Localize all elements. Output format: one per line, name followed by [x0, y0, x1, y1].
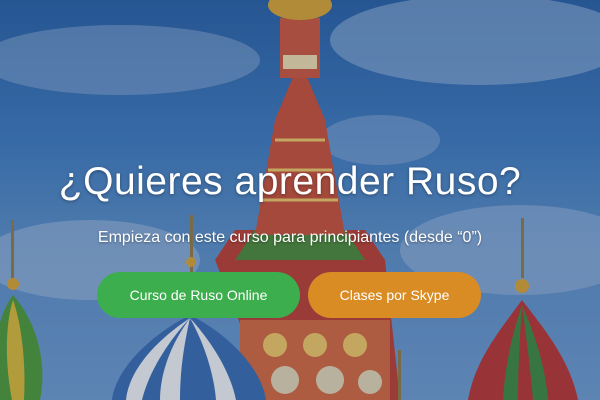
hero-subheadline: Empieza con este curso para principiante… — [97, 229, 483, 246]
skype-classes-button-label: Clases por Skype — [339, 287, 450, 303]
hero-headline: ¿Quieres aprender Ruso? — [58, 160, 522, 203]
hero-section: ¿Quieres aprender Ruso? Empieza con este… — [0, 0, 600, 400]
skype-classes-button[interactable]: Clases por Skype — [308, 272, 481, 318]
online-course-button[interactable]: Curso de Ruso Online — [97, 272, 300, 318]
online-course-button-label: Curso de Ruso Online — [129, 287, 268, 303]
